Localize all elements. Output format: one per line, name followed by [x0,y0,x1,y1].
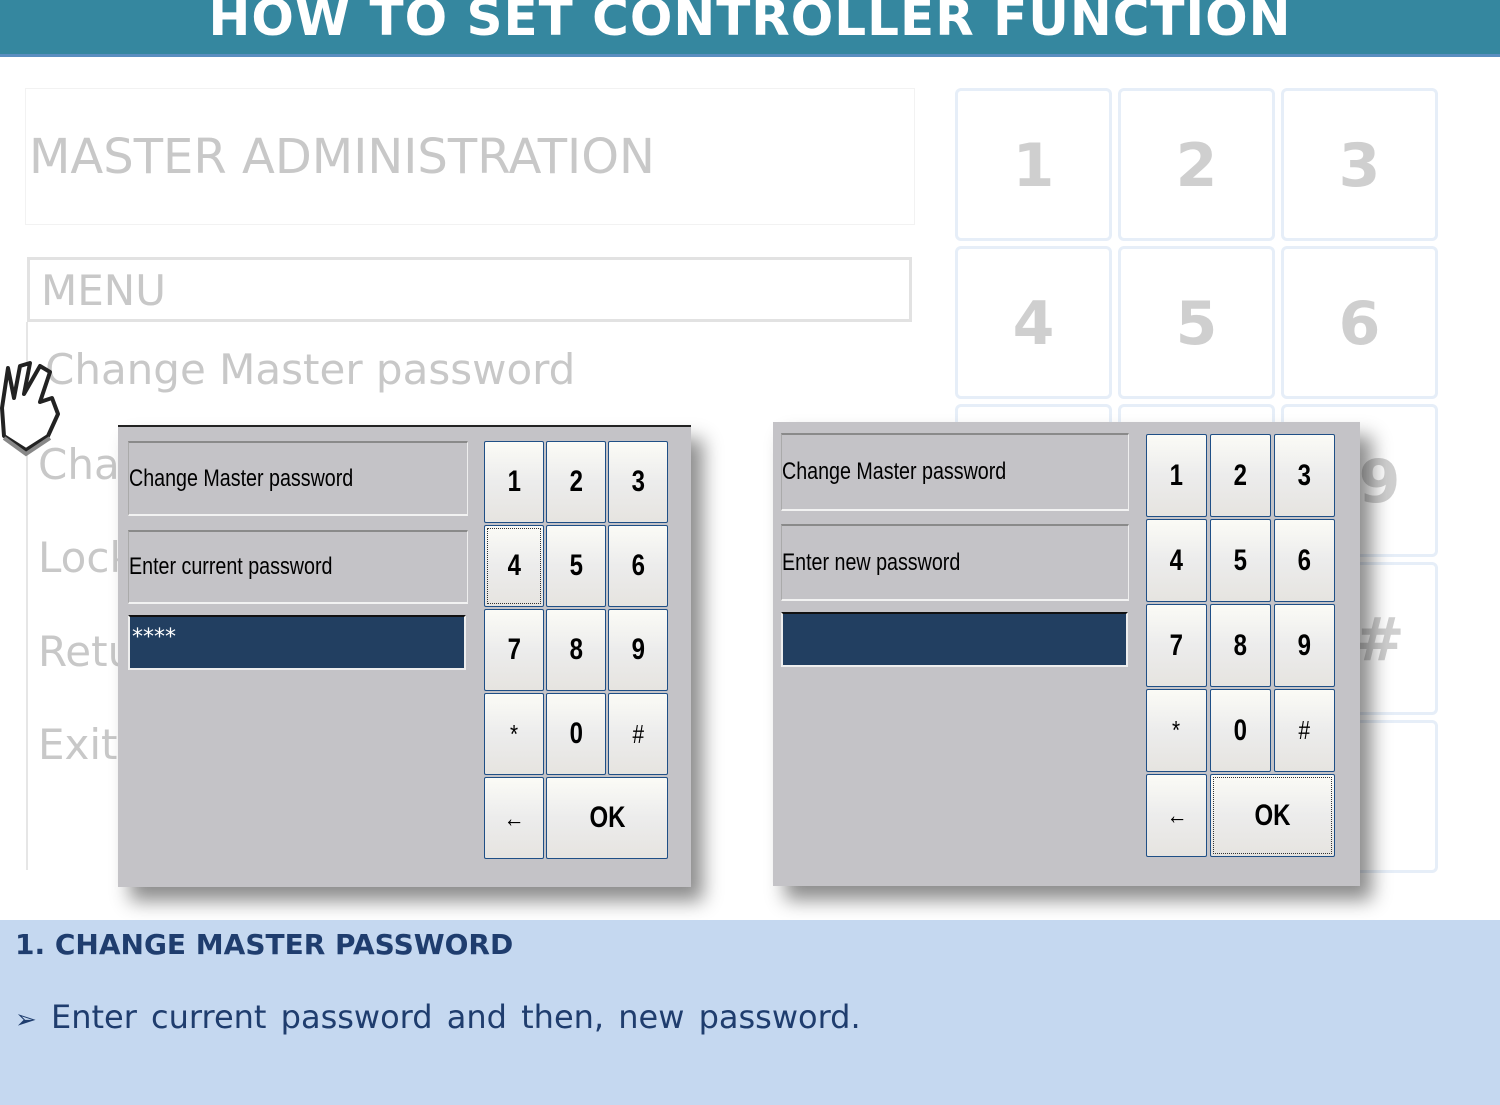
key-label: * [509,718,519,749]
key-label: 8 [569,633,583,666]
backspace-button[interactable]: ← [1146,774,1207,857]
keypad-key[interactable]: 9 [608,609,668,691]
keypad-key[interactable]: 0 [546,693,606,775]
keypad-key[interactable]: # [1274,689,1335,772]
keypad-key[interactable]: 3 [608,441,668,523]
bullet-text: Enter current password and then, new pas… [50,998,861,1036]
password-input[interactable]: **** [128,615,466,670]
key-label: 1 [507,465,521,498]
keypad-key[interactable]: 8 [1210,604,1271,687]
bg-key: 6 [1281,246,1438,399]
key-label: 0 [1233,713,1248,747]
ok-button[interactable]: OK [1210,774,1335,857]
key-label: 7 [1169,628,1184,662]
bg-key: 3 [1281,88,1438,241]
bg-menu-header: MENU [27,257,912,322]
key-label: 5 [1233,543,1248,577]
key-label: 2 [1233,458,1248,492]
key-label: 9 [631,633,645,666]
key-label: # [1298,715,1311,745]
key-label: # [632,718,644,749]
key-label: OK [589,801,625,834]
key-label: 6 [1297,543,1312,577]
keypad-key[interactable]: 8 [546,609,606,691]
keypad-key[interactable]: # [608,693,668,775]
keypad-key[interactable]: 9 [1274,604,1335,687]
keypad-key[interactable]: 3 [1274,434,1335,517]
ok-button[interactable]: OK [546,777,668,859]
keypad-key[interactable]: 4 [484,525,544,607]
keypad-key[interactable]: 7 [1146,604,1207,687]
key-label: OK [1254,798,1291,832]
key-label: ← [503,802,525,833]
key-label: 6 [631,549,645,582]
key-label: 1 [1169,458,1184,492]
key-label: 3 [1297,458,1312,492]
arrowhead-bullet-icon: ➢ [15,1005,37,1035]
key-label: 0 [569,717,583,750]
key-label: ← [1166,800,1187,830]
page-header: HOW TO SET CONTROLLER FUNCTION [0,0,1500,57]
keypad-key[interactable]: 5 [1210,519,1271,602]
backspace-button[interactable]: ← [484,777,544,859]
keypad-key[interactable]: 2 [546,441,606,523]
password-input[interactable] [781,612,1128,667]
dialog-title: Change Master password [781,433,1129,511]
key-label: 3 [631,465,645,498]
key-label: 4 [507,549,521,582]
keypad-key[interactable]: 5 [546,525,606,607]
keypad-key[interactable]: 0 [1210,689,1271,772]
bg-menu-item[interactable]: Change Master password [45,345,575,394]
key-label: 2 [569,465,583,498]
bg-menu-item[interactable]: Exit [38,720,118,769]
section-title: 1. CHANGE MASTER PASSWORD [15,928,514,961]
keypad-key[interactable]: * [484,693,544,775]
key-label: 9 [1297,628,1312,662]
bg-key: 5 [1118,246,1275,399]
keypad-key[interactable]: 2 [1210,434,1271,517]
key-label: 4 [1169,543,1184,577]
caption-bullet: ➢ Enter current password and then, new p… [15,998,861,1036]
key-label: 5 [569,549,583,582]
dialog-prompt: Enter current password [128,530,468,604]
key-label: * [1172,715,1181,745]
keypad-key[interactable]: 4 [1146,519,1207,602]
keypad-key[interactable]: 6 [1274,519,1335,602]
key-label: 7 [507,633,521,666]
keypad-key[interactable]: 1 [484,441,544,523]
bg-key: 4 [955,246,1112,399]
bg-key: 2 [1118,88,1275,241]
keypad-key[interactable]: 1 [1146,434,1207,517]
keypad-key[interactable]: 6 [608,525,668,607]
keypad-key[interactable]: * [1146,689,1207,772]
keypad-key[interactable]: 7 [484,609,544,691]
pointing-hand-icon [0,361,60,457]
key-label: 8 [1233,628,1248,662]
bg-key: 1 [955,88,1112,241]
dialog-title: Change Master password [128,441,468,516]
dialog-prompt: Enter new password [781,524,1129,601]
bg-screen-title: MASTER ADMINISTRATION [25,88,915,225]
